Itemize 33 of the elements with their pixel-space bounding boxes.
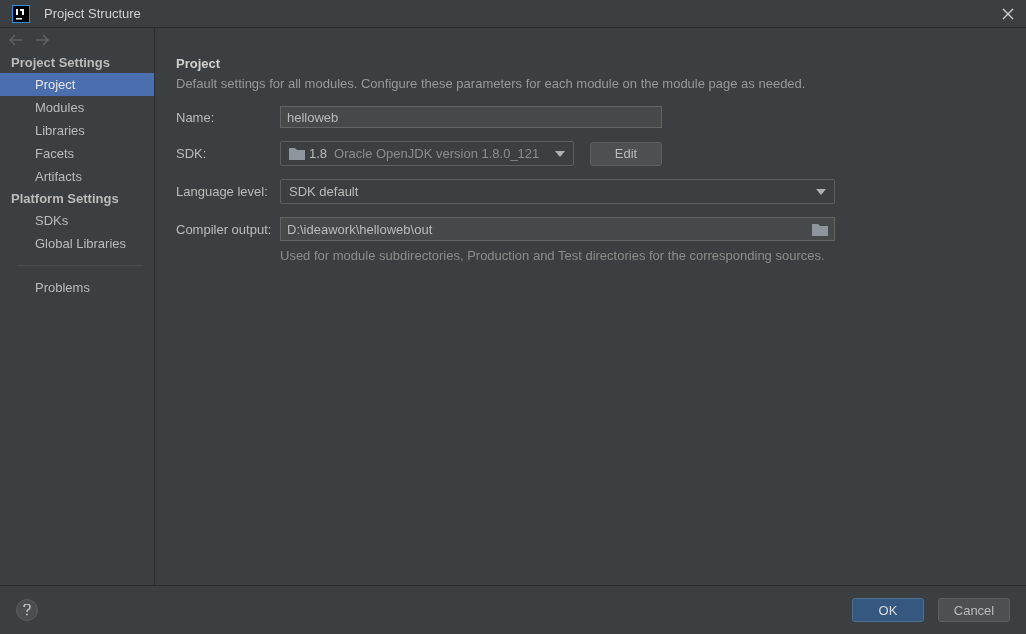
- field-label: Language level:: [176, 184, 269, 199]
- sidebar-item[interactable]: Global Libraries: [0, 232, 154, 255]
- question-mark-icon: [23, 604, 31, 616]
- help-button[interactable]: [16, 599, 38, 621]
- cancel-button[interactable]: Cancel: [938, 598, 1010, 622]
- sidebar-section-heading: Project Settings: [10, 54, 111, 72]
- dropdown-arrow-icon: [555, 150, 565, 157]
- sidebar-item[interactable]: Libraries: [0, 119, 154, 142]
- compiler-output-field[interactable]: D:\ideawork\helloweb\out: [280, 217, 835, 241]
- app-logo-icon: [12, 4, 30, 23]
- sidebar-item[interactable]: Problems: [0, 276, 154, 299]
- folder-icon: [289, 147, 305, 160]
- sdk-dropdown[interactable]: 1.8 Oracle OpenJDK version 1.8.0_121: [280, 141, 574, 166]
- window-title: Project Structure: [44, 6, 142, 21]
- section-heading: Project: [176, 56, 222, 71]
- sidebar-item[interactable]: SDKs: [0, 209, 154, 232]
- sidebar-item[interactable]: Project: [0, 73, 154, 96]
- ok-button[interactable]: OK: [852, 598, 924, 622]
- browse-folder-icon: [812, 222, 828, 236]
- field-label: Name:: [176, 109, 216, 125]
- sidebar-item[interactable]: Modules: [0, 96, 154, 119]
- dropdown-arrow-icon: [816, 188, 826, 195]
- sidebar-item[interactable]: Facets: [0, 142, 154, 165]
- sidebar-section-heading: Platform Settings: [10, 190, 120, 208]
- sidebar-item[interactable]: Artifacts: [0, 165, 154, 188]
- name-field[interactable]: helloweb: [280, 106, 662, 128]
- field-label: Compiler output:: [176, 221, 273, 237]
- field-hint: Used for module subdirectories, Production and Test directories for the corresponding sources.: [280, 248, 826, 263]
- edit-button[interactable]: Edit: [590, 141, 662, 166]
- close-icon: [1002, 7, 1014, 20]
- field-label: SDK:: [176, 146, 208, 161]
- language-level-dropdown[interactable]: SDK default: [280, 179, 835, 204]
- section-description: Default settings for all modules. Configure these parameters for each module on the module page as needed.: [176, 76, 807, 91]
